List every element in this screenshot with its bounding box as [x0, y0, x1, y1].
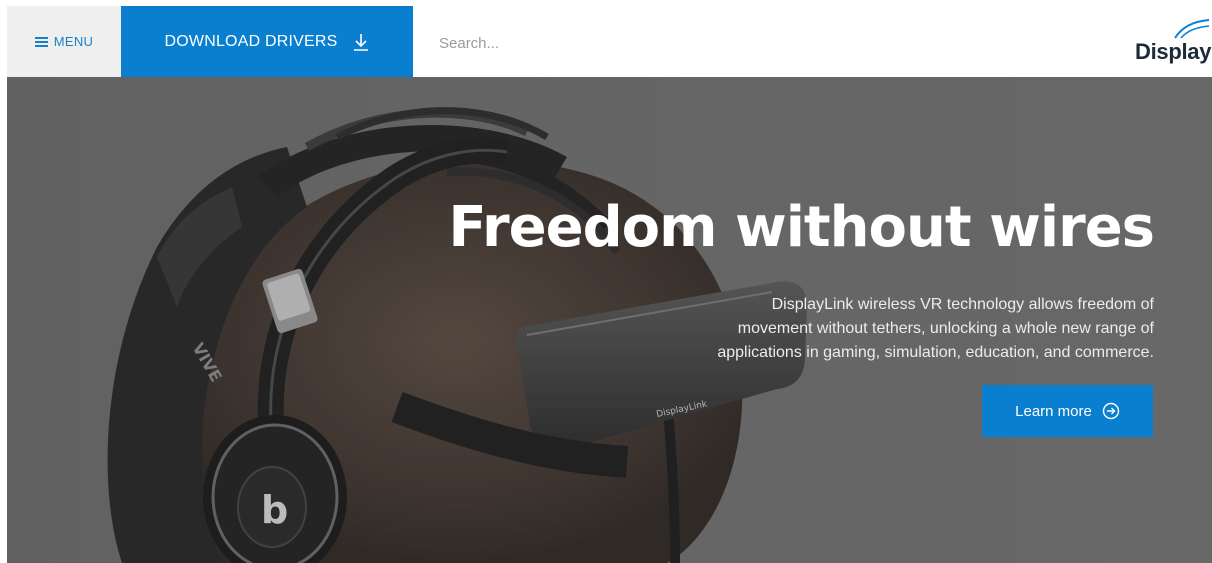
- circle-arrow-right-icon: [1102, 402, 1120, 420]
- signal-arc-icon: [1174, 19, 1210, 39]
- top-nav-bar: MENU DOWNLOAD DRIVERS Display: [0, 6, 1212, 77]
- hero-description: DisplayLink wireless VR technology allow…: [717, 296, 1154, 361]
- hero-banner: VIVE b DisplayLink Freedom without wires…: [7, 77, 1212, 563]
- hamburger-icon: [34, 36, 48, 47]
- search-input[interactable]: [437, 28, 1001, 58]
- download-drivers-button[interactable]: DOWNLOAD DRIVERS: [121, 6, 413, 77]
- download-arrow-icon: [353, 33, 368, 51]
- displaylink-logo[interactable]: Display: [1131, 16, 1212, 72]
- logo-text: Display: [1135, 39, 1212, 64]
- learn-more-button[interactable]: Learn more: [982, 385, 1153, 437]
- download-drivers-label: DOWNLOAD DRIVERS: [164, 32, 338, 50]
- menu-button[interactable]: MENU: [7, 6, 121, 77]
- menu-label: MENU: [53, 34, 94, 49]
- hero-title: Freedom without wires: [448, 195, 1155, 260]
- learn-more-label: Learn more: [1015, 402, 1092, 420]
- page: MENU DOWNLOAD DRIVERS Display: [0, 0, 1212, 563]
